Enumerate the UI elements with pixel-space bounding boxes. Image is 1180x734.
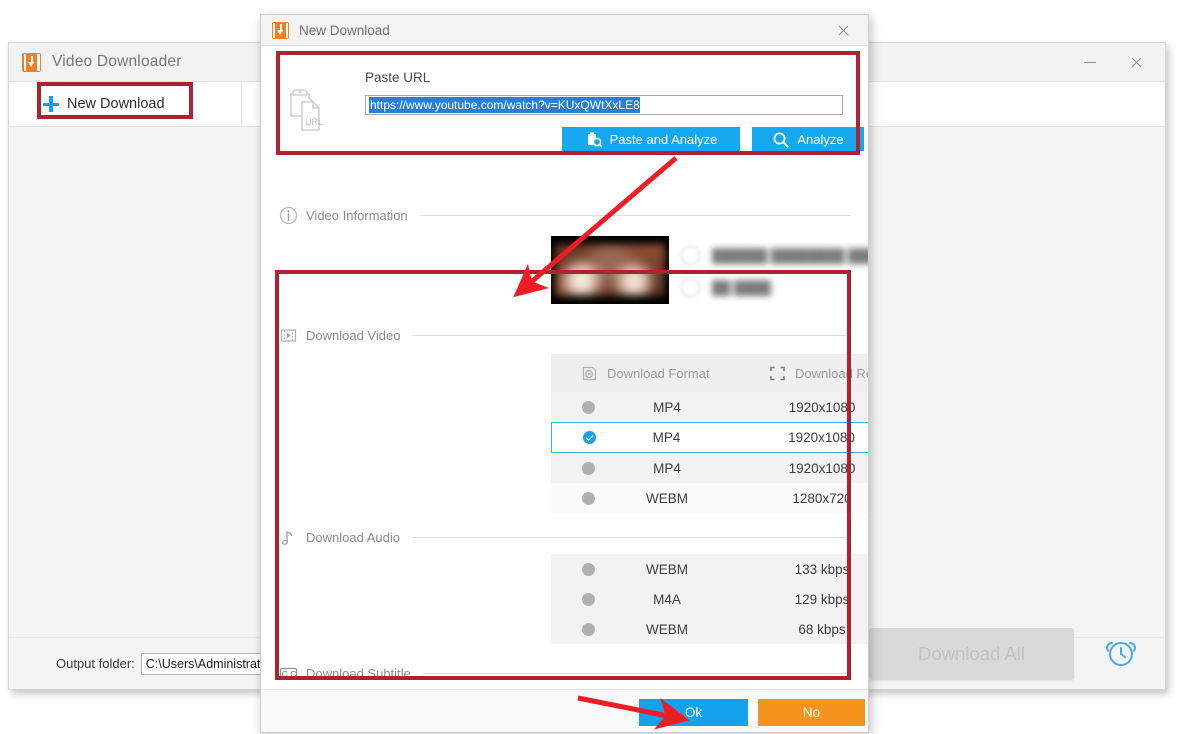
screenshot-root: Video Downloader New Download Output fol…	[0, 0, 1180, 734]
video-duration-text: ██ ████	[712, 280, 771, 295]
table-row[interactable]: MP41920x10803314.50MB	[551, 453, 868, 483]
paste-and-analyze-label: Paste and Analyze	[609, 131, 718, 147]
cell-bitrate: 133 kbps	[794, 561, 850, 577]
row-radio-icon[interactable]	[582, 400, 595, 414]
cell-resolution: 1280x720	[792, 490, 852, 506]
row-radio-icon[interactable]	[582, 461, 595, 475]
cell-format: MP4	[652, 430, 681, 445]
download-video-label: Download Video	[306, 328, 401, 343]
media-format-icon	[581, 365, 598, 382]
download-all-label: Download All	[918, 643, 1025, 664]
cell-format: WEBM	[646, 621, 688, 637]
table-row[interactable]: WEBM1280x720492.77MB	[551, 483, 868, 513]
analyze-button[interactable]: Analyze	[752, 127, 864, 151]
output-folder-label: Output folder:	[56, 656, 135, 671]
ok-button[interactable]: Ok	[639, 699, 748, 726]
new-download-button[interactable]: New Download	[37, 82, 179, 127]
new-download-label: New Download	[67, 96, 165, 112]
minimize-icon[interactable]	[1067, 43, 1113, 82]
table-header-row: Download Format Download Resolution	[551, 354, 868, 392]
cell-resolution: 1920x1080	[788, 460, 856, 476]
clipboard-url-icon: URL	[285, 86, 330, 134]
new-download-dialog: New Download URL Paste URL https://www.y…	[260, 14, 869, 733]
column-header-resolution: Download Resolution	[769, 365, 868, 382]
page-title: Video Downloader	[52, 53, 182, 70]
plus-icon	[43, 96, 59, 112]
row-radio-icon[interactable]	[582, 562, 595, 576]
section-divider	[412, 335, 851, 336]
download-subtitle-label: Download Subtitle	[306, 666, 411, 681]
table-row[interactable]: M4A129 kbps65.59MB	[551, 584, 868, 614]
row-radio-icon[interactable]	[582, 592, 595, 606]
ok-label: Ok	[684, 705, 703, 720]
cell-format: WEBM	[646, 490, 688, 506]
alarm-clock-icon[interactable]	[1103, 635, 1139, 668]
paste-and-analyze-button[interactable]: Paste and Analyze	[562, 127, 740, 151]
analyze-label: Analyze	[797, 131, 844, 147]
dialog-content: URL Paste URL https://www.youtube.com/wa…	[261, 46, 868, 689]
column-header-resolution-label: Download Resolution	[795, 365, 868, 381]
video-thumbnail	[551, 236, 669, 304]
download-audio-label: Download Audio	[306, 530, 400, 545]
toolbar-divider	[241, 82, 242, 127]
row-radio-icon[interactable]	[583, 431, 596, 444]
table-row[interactable]: MP41920x10801290.44MB	[551, 422, 868, 453]
dialog-footer: Ok No	[261, 689, 868, 732]
download-subtitle-header: C C Download Subtitle	[279, 664, 851, 683]
close-icon[interactable]	[1113, 43, 1159, 82]
section-divider	[419, 215, 851, 216]
download-audio-header: Download Audio	[279, 528, 851, 547]
cell-format: MP4	[653, 399, 681, 415]
url-input[interactable]: https://www.youtube.com/watch?v=KUxQWtXx…	[365, 95, 843, 115]
video-title-text: ██████ ████████ █████ ███████	[712, 248, 868, 263]
url-input-value: https://www.youtube.com/watch?v=KUxQWtXx…	[369, 97, 640, 113]
video-rows-container: MP41920x10802557.55MBMP41920x10801290.44…	[551, 392, 868, 513]
section-divider	[422, 673, 851, 674]
cell-resolution: 1920x1080	[788, 399, 856, 415]
cell-resolution: 1920x1080	[788, 430, 855, 445]
video-information-label: Video Information	[306, 208, 408, 223]
cell-bitrate: 68 kbps	[798, 621, 846, 637]
search-icon	[772, 131, 789, 148]
music-note-icon	[279, 528, 298, 547]
download-video-table: Download Format Download Resolution	[551, 354, 868, 514]
section-divider	[411, 537, 851, 538]
cell-format: WEBM	[646, 561, 688, 577]
video-title-row: ██████ ████████ █████ ███████	[681, 246, 868, 265]
download-video-header: Download Video	[279, 326, 851, 345]
dialog-title: New Download	[299, 22, 390, 38]
clock-icon	[681, 278, 700, 297]
no-button[interactable]: No	[758, 699, 865, 726]
cc-icon: C C	[279, 664, 298, 683]
column-header-format: Download Format	[581, 365, 769, 382]
column-header-format-label: Download Format	[607, 365, 710, 381]
no-label: No	[802, 705, 821, 720]
download-audio-table: WEBM133 kbps67.62MBM4A129 kbps65.59MBWEB…	[551, 554, 868, 644]
clipboard-search-icon	[585, 131, 602, 148]
close-icon[interactable]	[823, 15, 863, 46]
row-radio-icon[interactable]	[582, 491, 595, 505]
row-radio-icon[interactable]	[582, 622, 595, 636]
film-icon	[279, 326, 298, 345]
download-all-button[interactable]: Download All	[869, 628, 1074, 680]
table-row[interactable]: MP41920x10802557.55MB	[551, 392, 868, 422]
cell-format: M4A	[653, 591, 681, 607]
dialog-titlebar: New Download	[261, 15, 868, 46]
svg-text:URL: URL	[305, 117, 323, 127]
cell-format: MP4	[653, 460, 681, 476]
video-duration-row: ██ ████	[681, 278, 771, 297]
video-download-icon	[22, 52, 41, 72]
audio-rows-container: WEBM133 kbps67.62MBM4A129 kbps65.59MBWEB…	[551, 554, 868, 644]
info-icon	[279, 206, 298, 225]
cell-bitrate: 129 kbps	[794, 591, 850, 607]
paste-url-section: URL Paste URL https://www.youtube.com/wa…	[281, 70, 864, 155]
table-row[interactable]: WEBM133 kbps67.62MB	[551, 554, 868, 584]
svg-text:C C: C C	[282, 669, 297, 679]
resolution-icon	[769, 365, 786, 382]
table-row[interactable]: WEBM68 kbps34.38MB	[551, 614, 868, 644]
video-download-icon	[272, 21, 289, 39]
video-information-header: Video Information	[279, 206, 851, 225]
video-title-icon	[681, 246, 700, 265]
paste-url-label: Paste URL	[365, 70, 431, 85]
